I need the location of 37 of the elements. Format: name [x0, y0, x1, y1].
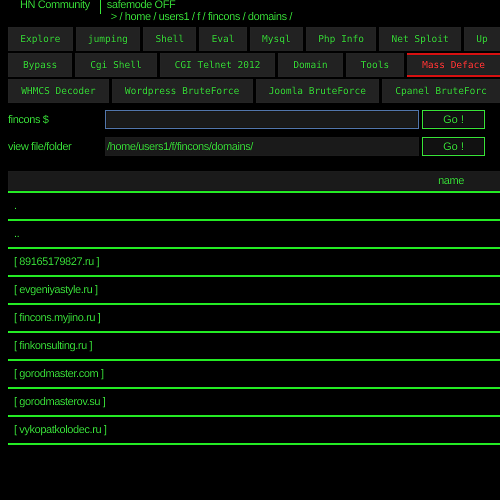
menu-tab[interactable]: Explore — [8, 27, 73, 51]
file-link[interactable]: [ gorodmasterov.su ] — [14, 396, 106, 408]
menu-tab[interactable]: Mass Deface — [407, 53, 500, 77]
menu-tab[interactable]: Cpanel BruteForc — [382, 79, 500, 103]
field-label: view file/folder — [8, 140, 72, 152]
menu-tab[interactable]: Bypass — [8, 53, 72, 77]
go-button[interactable]: Go ! — [422, 110, 485, 129]
column-header: name — [438, 175, 464, 187]
menu-tab[interactable]: CGI Telnet 2012 — [160, 53, 276, 77]
menu-tab[interactable]: Wordpress BruteForce — [112, 79, 252, 103]
menu-tab[interactable]: Cgi Shell — [75, 53, 157, 77]
file-link[interactable]: [ 89165179827.ru ] — [14, 256, 100, 268]
file-link[interactable]: [ fincons.myjino.ru ] — [14, 312, 100, 324]
go-button[interactable]: Go ! — [422, 137, 485, 156]
menu-tab[interactable]: Eval — [199, 27, 247, 51]
menu-tab[interactable]: Tools — [346, 53, 404, 77]
field-label: fincons $ — [8, 114, 50, 126]
menu-tab[interactable]: Up — [464, 27, 500, 51]
menu-tab[interactable]: WHMCS Decoder — [8, 79, 109, 103]
safemode-status: safemode OFF — [106, 0, 176, 10]
file-link[interactable]: [ finkonsulting.ru ] — [14, 340, 92, 352]
file-link[interactable]: [ gorodmaster.com ] — [14, 368, 104, 380]
menu-tab[interactable]: Net Sploit — [379, 27, 461, 51]
file-link[interactable]: [ vykopatkolodec.ru ] — [14, 424, 106, 436]
input-field[interactable] — [105, 110, 419, 129]
file-link[interactable]: .. — [14, 228, 20, 240]
menu-tab[interactable]: Mysql — [250, 27, 303, 51]
file-link[interactable]: [ evgeniyastyle.ru ] — [14, 284, 98, 296]
menu-tab[interactable]: Php Info — [306, 27, 376, 51]
menu-tab[interactable]: Joomla BruteForce — [256, 79, 380, 103]
input-field[interactable]: /home/users1/f/fincons/domains/ — [105, 137, 419, 156]
file-link[interactable]: . — [14, 200, 17, 212]
menu-tab[interactable]: Domain — [278, 53, 343, 77]
site-name: HN Community — [20, 0, 90, 10]
menu-tab[interactable]: jumping — [76, 27, 140, 51]
menu-tab[interactable]: Shell — [143, 27, 196, 51]
current-path: > / home / users1 / f / fincons / domains / — [110, 10, 292, 24]
